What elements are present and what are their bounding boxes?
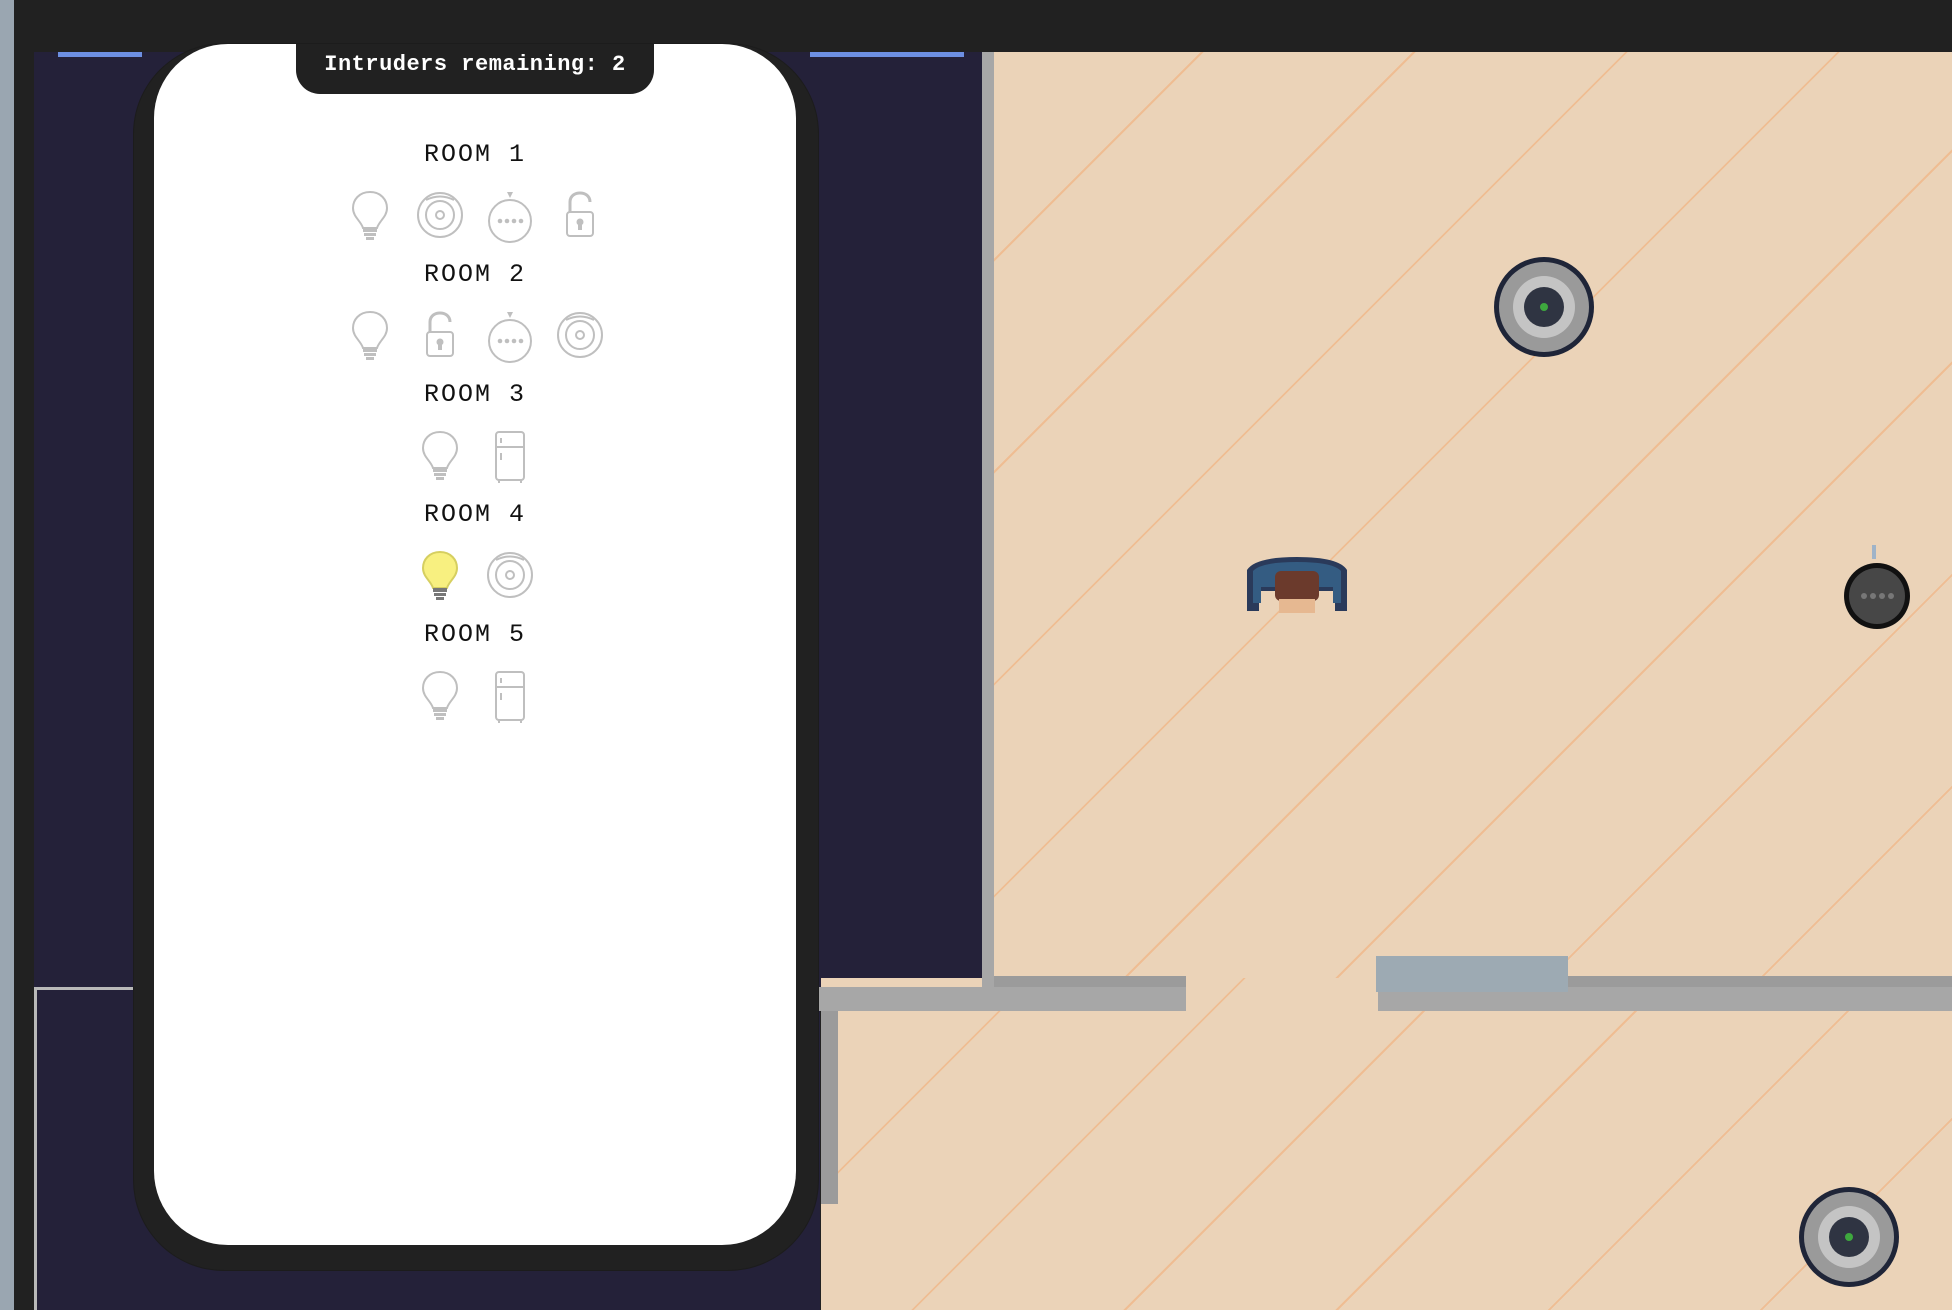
wall-top-edge	[994, 976, 1186, 987]
bulb-icon[interactable]	[346, 190, 394, 244]
bulb-icon[interactable]	[416, 670, 464, 724]
room-title: ROOM 5	[423, 620, 526, 649]
smart-speaker-icon[interactable]	[486, 190, 534, 244]
room-title: ROOM 1	[423, 140, 526, 169]
robot-vacuum-icon[interactable]	[556, 310, 604, 364]
wall-short-vertical	[821, 1011, 838, 1204]
boundary-highlight	[810, 52, 964, 57]
robot-vacuum-sprite[interactable]	[1492, 255, 1596, 359]
wall-horizontal	[818, 987, 1186, 1011]
room-floor	[993, 52, 1952, 978]
smart-home-phone: ROOM 1 ROOM 2 ROOM 3 ROOM 4 ROOM 5	[134, 44, 818, 1270]
robot-vacuum-icon[interactable]	[486, 550, 534, 604]
player-sprite[interactable]	[1245, 555, 1349, 615]
room-floor-lower	[821, 978, 1952, 1310]
lock-icon[interactable]	[556, 190, 604, 244]
bulb-icon[interactable]	[346, 310, 394, 364]
lock-icon[interactable]	[416, 310, 464, 364]
fridge-icon[interactable]	[486, 670, 534, 724]
boundary-highlight	[58, 52, 142, 57]
door[interactable]	[1376, 956, 1568, 992]
smart-speaker-sprite[interactable]	[1841, 545, 1913, 630]
bulb-icon[interactable]	[416, 550, 464, 604]
bulb-icon[interactable]	[416, 430, 464, 484]
wall-top-edge-right	[1568, 976, 1952, 987]
left-edge-strip	[0, 0, 14, 1310]
wall-vertical	[982, 52, 994, 987]
phone-screen: ROOM 1 ROOM 2 ROOM 3 ROOM 4 ROOM 5	[154, 44, 796, 1245]
fridge-icon[interactable]	[486, 430, 534, 484]
game-viewport[interactable]: ROOM 1 ROOM 2 ROOM 3 ROOM 4 ROOM 5 Intruders…	[0, 0, 1952, 1310]
room-title: ROOM 2	[423, 260, 526, 289]
room-title: ROOM 4	[423, 500, 526, 529]
room-title: ROOM 3	[423, 380, 526, 409]
smart-speaker-icon[interactable]	[486, 310, 534, 364]
outside-boundary-left	[34, 987, 37, 1310]
robot-vacuum-sprite[interactable]	[1797, 1185, 1901, 1289]
intruders-counter: Intruders remaining: 2	[296, 44, 654, 94]
outside-boundary	[34, 987, 134, 990]
robot-vacuum-icon[interactable]	[416, 190, 464, 244]
